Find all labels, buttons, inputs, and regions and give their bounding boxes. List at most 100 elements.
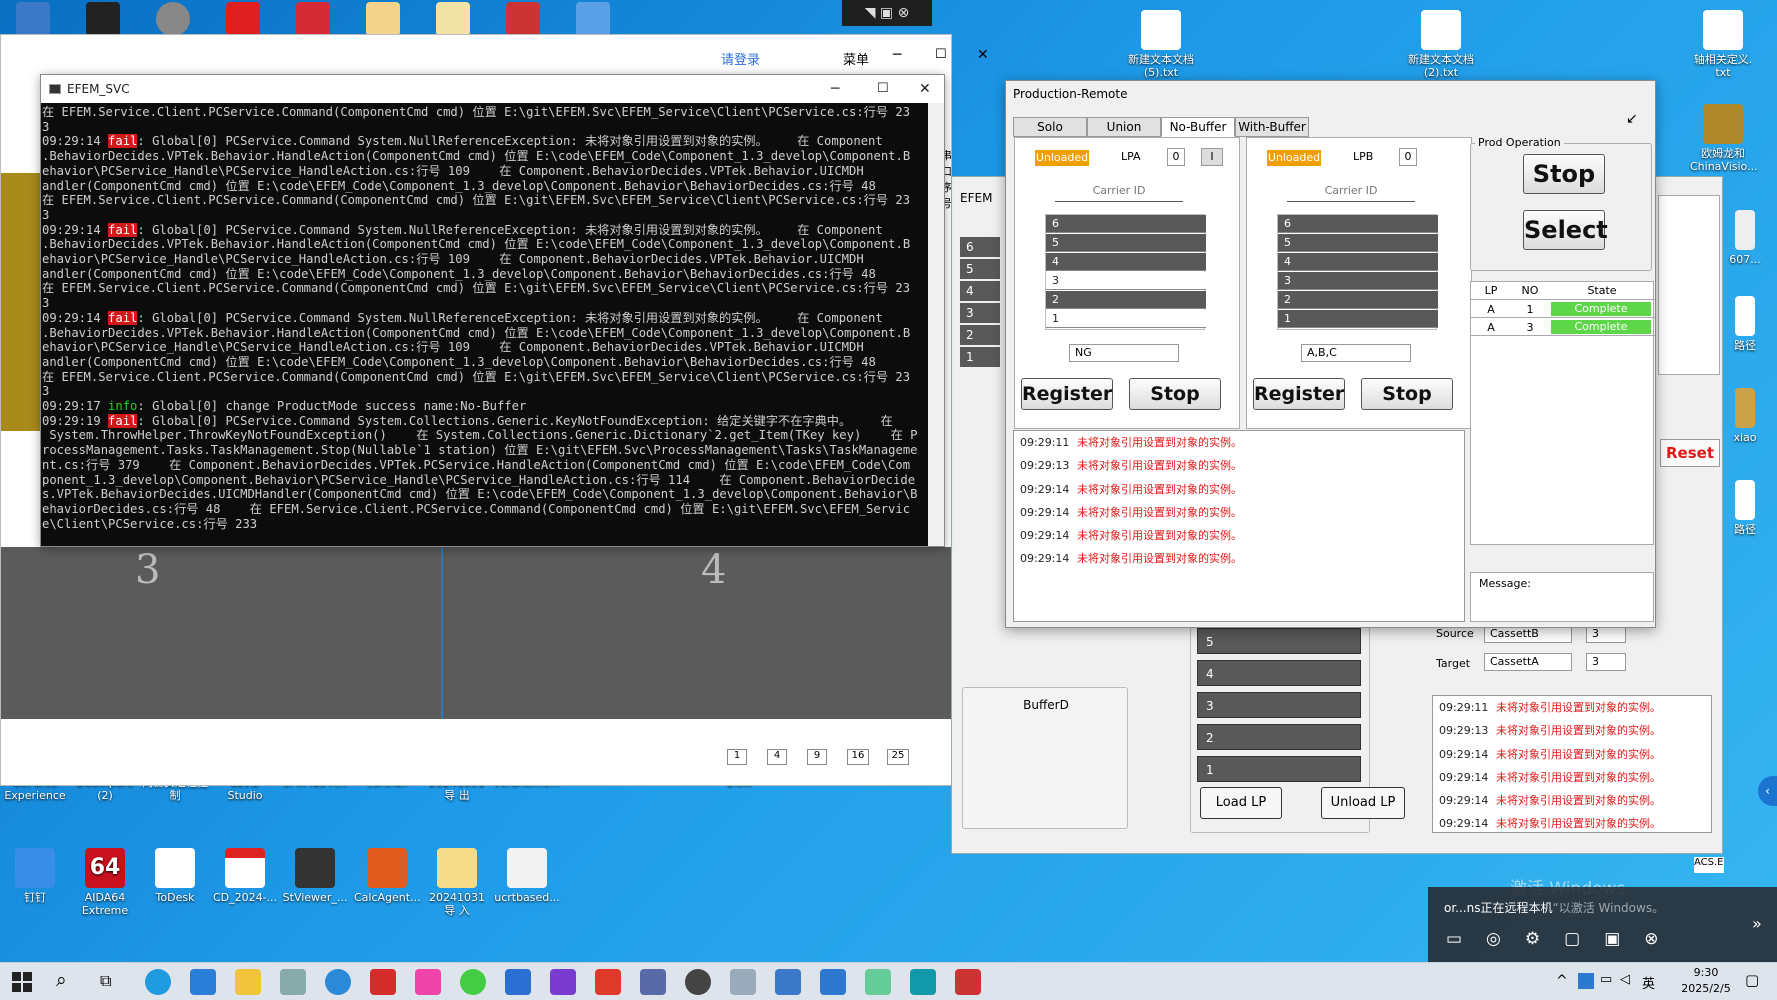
tab-no-buffer[interactable]: No-Buffer <box>1161 117 1235 137</box>
app-icon[interactable] <box>865 969 891 995</box>
lpb-select[interactable]: A,B,C <box>1301 344 1411 362</box>
notification-icon[interactable]: ▢ <box>1745 971 1759 989</box>
close-button[interactable]: ✕ <box>919 75 931 103</box>
source-label: Source <box>1436 627 1474 640</box>
edge-icon[interactable] <box>145 969 171 995</box>
network-app-icon[interactable] <box>325 969 351 995</box>
lpa-flag-button[interactable]: I <box>1201 148 1223 166</box>
clock[interactable]: 9:30 2025/2/5 <box>1676 965 1736 997</box>
efem-log-list[interactable]: 09:29:11 未将对象引用设置到对象的实例。 09:29:13 未将对象引用设置… <box>1432 695 1712 833</box>
log-row: 09:29:14 未将对象引用设置到对象的实例。 <box>1020 505 1242 519</box>
collapse-icon[interactable]: ↙ <box>1626 111 1638 127</box>
folder-icon[interactable] <box>436 2 470 36</box>
table-row[interactable]: A 1 Complete <box>1471 301 1655 318</box>
maximize-button[interactable]: ☐ <box>935 47 947 62</box>
vs-icon[interactable] <box>550 969 576 995</box>
layout-4-button[interactable]: 4 <box>767 749 787 765</box>
desktop-icon-text-file[interactable]: 新建文本文档 (5).txt <box>1128 10 1194 79</box>
prod-log-list[interactable]: 09:29:11 未将对象引用设置到对象的实例。 09:29:13 未将对象引用设置… <box>1013 430 1465 622</box>
console-line: .BehaviorDecides.VPTek.Behavior.HandleAc… <box>42 149 911 164</box>
tray-chevron-icon[interactable]: ^ <box>1556 973 1568 989</box>
desktop-icon-calcagent[interactable]: CalcAgent... <box>354 848 421 904</box>
camera-app-icon[interactable] <box>86 2 120 36</box>
pdf-app-icon[interactable] <box>370 969 396 995</box>
layout-16-button[interactable]: 16 <box>847 749 869 765</box>
view-cell-3[interactable]: 3 <box>1 547 441 719</box>
desktop-icon-pdf[interactable]: CD_2024-... <box>212 848 278 904</box>
desktop-icon-todesk[interactable]: ToDesk <box>142 848 208 904</box>
desktop-icon-text-file[interactable]: 新建文本文档 (2).txt <box>1408 10 1474 79</box>
console-output[interactable]: 在 EFEM.Service.Client.PCService.Command(… <box>41 103 929 546</box>
wps-icon[interactable] <box>595 969 621 995</box>
archive-icon[interactable] <box>366 2 400 36</box>
unload-lp-button[interactable]: Unload LP <box>1321 787 1405 819</box>
remote-toolbar-icons[interactable]: ▭◎⚙▢▣⊗ <box>1446 929 1683 949</box>
login-link[interactable]: 请登录 <box>721 49 781 73</box>
table-row[interactable]: A 3 Complete <box>1471 319 1655 336</box>
file-explorer-icon[interactable] <box>235 969 261 995</box>
tab-with-buffer[interactable]: With-Buffer <box>1235 117 1309 137</box>
app-icon[interactable] <box>576 2 610 36</box>
menu-button[interactable]: 菜单 <box>843 49 869 68</box>
layout-25-button[interactable]: 25 <box>887 749 909 765</box>
webcam-icon[interactable] <box>156 2 190 36</box>
target-no-select[interactable]: 3 <box>1586 653 1626 671</box>
msg-icon[interactable] <box>685 969 711 995</box>
view-cell-4[interactable]: 4 <box>441 547 953 719</box>
lpa-select[interactable]: NG <box>1069 344 1179 362</box>
ime-indicator[interactable]: 英 <box>1642 973 1655 992</box>
target-select[interactable]: CassettA <box>1484 653 1572 671</box>
desktop-icon-dingtalk[interactable]: 钉钉 <box>2 848 68 904</box>
vd-app-icon[interactable] <box>226 2 260 36</box>
app-icon[interactable] <box>640 969 666 995</box>
efem-svc-taskbar-icon[interactable] <box>820 969 846 995</box>
minimize-button[interactable]: ─ <box>893 47 901 63</box>
app-icon[interactable] <box>730 969 756 995</box>
layout-1-button[interactable]: 1 <box>727 749 747 765</box>
reset-button[interactable]: Reset <box>1660 439 1720 467</box>
lpa-stop-button[interactable]: Stop <box>1129 378 1221 410</box>
prod-stop-button[interactable]: Stop <box>1523 154 1605 194</box>
efem-left-slots: 6 5 4 3 2 1 <box>960 237 1000 369</box>
desktop-icon-aida64[interactable]: 64 AIDA64 Extreme <box>72 848 138 917</box>
winrar-icon[interactable] <box>506 2 540 36</box>
desktop-icon-dll[interactable]: ucrtbased... <box>494 848 560 904</box>
minimize-button[interactable]: ─ <box>831 75 839 103</box>
console-scrollbar[interactable] <box>928 103 944 546</box>
app-icon[interactable] <box>955 969 981 995</box>
desktop-icon-text-file[interactable]: 轴相关定义. txt <box>1690 10 1756 79</box>
app-icon[interactable] <box>16 2 50 36</box>
app-icon[interactable] <box>280 969 306 995</box>
todesk-icon[interactable] <box>910 969 936 995</box>
lpb-register-button[interactable]: Register <box>1253 378 1345 410</box>
lpa-register-button[interactable]: Register <box>1021 378 1113 410</box>
pdf-icon[interactable] <box>296 2 330 36</box>
dingtalk-icon[interactable] <box>190 969 216 995</box>
tab-solo[interactable]: Solo <box>1013 117 1087 137</box>
visual-studio-icon[interactable] <box>505 969 531 995</box>
tab-union[interactable]: Union <box>1087 117 1161 137</box>
desktop-icon-archive[interactable]: 欧姆龙和 ChinaVisio... <box>1690 104 1758 173</box>
network-icon[interactable]: ▭ <box>1600 972 1612 987</box>
console-line: 09:29:19 fail: Global[0] PCService.Comma… <box>42 413 893 428</box>
expand-chevron-icon[interactable]: » <box>1752 914 1762 933</box>
app-icon[interactable] <box>775 969 801 995</box>
prod-select-button[interactable]: Select <box>1523 210 1608 250</box>
desktop-icon-stviewer[interactable]: StViewer_... <box>282 848 348 904</box>
app-icon[interactable] <box>415 969 441 995</box>
remote-control-toolbar[interactable]: ◥ ▣ ⊗ <box>842 0 932 26</box>
load-lp-button[interactable]: Load LP <box>1200 787 1282 819</box>
start-button[interactable] <box>12 972 32 992</box>
layout-9-button[interactable]: 9 <box>807 749 827 765</box>
maximize-button[interactable]: ☐ <box>877 75 889 103</box>
app-icon[interactable] <box>460 969 486 995</box>
lpa-slot-map: 6 5 4 3 2 1 <box>1045 214 1206 330</box>
lpb-stop-button[interactable]: Stop <box>1361 378 1453 410</box>
close-button[interactable]: ✕ <box>977 47 989 63</box>
search-icon[interactable]: ⌕ <box>56 969 67 991</box>
volume-icon[interactable]: ◁ <box>1620 972 1630 987</box>
desktop-icon-folder[interactable]: 20241031导 入 <box>424 848 490 917</box>
console-line: 3 <box>42 119 50 134</box>
tray-app-icon[interactable] <box>1578 973 1594 989</box>
task-view-icon[interactable]: ⧉ <box>100 971 111 991</box>
